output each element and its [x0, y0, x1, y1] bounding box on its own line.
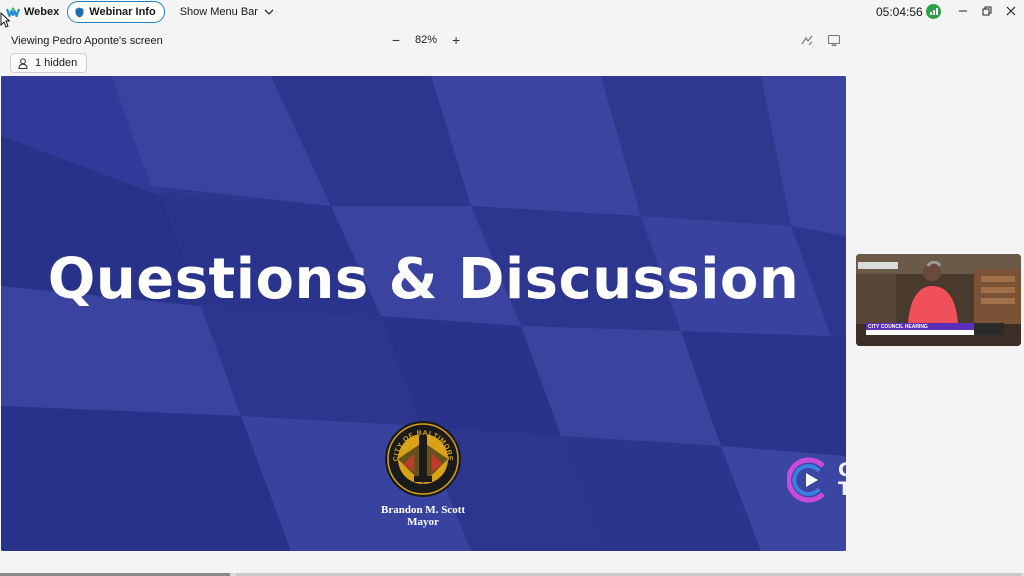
- city-of-baltimore-seal: CITY OF BALTIMORE: [385, 421, 461, 497]
- pop-out-icon[interactable]: [827, 33, 841, 47]
- hidden-count-label: 1 hidden: [35, 57, 78, 69]
- restore-icon[interactable]: [979, 3, 995, 19]
- mayor-credit: Brandon M. Scott Mayor: [353, 504, 493, 528]
- minimize-icon[interactable]: [955, 3, 971, 19]
- show-menu-bar-button[interactable]: Show Menu Bar: [180, 6, 274, 18]
- webex-meeting-window: Webex Webinar Info Show Menu Bar 05:04:5…: [0, 0, 1024, 576]
- app-name: Webex: [24, 6, 60, 18]
- video-caption: CITY COUNCIL HEARING: [868, 324, 928, 330]
- shared-screen[interactable]: Questions & Discussion CITY OF BALTIMORE…: [1, 76, 846, 551]
- shield-icon: [75, 7, 84, 17]
- mouse-cursor-icon: [0, 12, 10, 28]
- charm-tv-logo-icon: [787, 457, 825, 503]
- hidden-participants-button[interactable]: 1 hidden: [10, 53, 88, 73]
- webinar-info-label: Webinar Info: [89, 6, 156, 18]
- title-bar: Webex Webinar Info Show Menu Bar 05:04:5…: [0, 0, 1024, 24]
- charm-tv-wordmark: CHARM TV: [838, 461, 846, 499]
- zoom-level: 82%: [415, 34, 438, 46]
- webex-brand: Webex: [6, 6, 59, 18]
- show-menu-bar-label: Show Menu Bar: [179, 6, 258, 18]
- viewing-screen-label: Viewing Pedro Aponte's screen: [11, 35, 163, 47]
- meeting-clock: 05:04:56: [876, 5, 923, 19]
- person-icon: [18, 57, 28, 69]
- zoom-in-button[interactable]: +: [449, 32, 463, 48]
- zoom-out-button[interactable]: −: [389, 32, 403, 48]
- mayor-name: Brandon M. Scott: [380, 504, 466, 516]
- zoom-control: − 82% +: [389, 32, 463, 48]
- slide-title: Questions & Discussion: [47, 247, 800, 312]
- participant-video-thumbnail[interactable]: CITY COUNCIL HEARING: [856, 254, 1021, 346]
- mayor-title: Mayor: [407, 516, 439, 528]
- chevron-down-icon: [264, 9, 274, 15]
- signal-strength-icon[interactable]: [926, 4, 941, 19]
- annotate-icon[interactable]: [800, 33, 814, 47]
- close-icon[interactable]: [1003, 3, 1019, 19]
- tv-text: TV: [838, 478, 846, 500]
- webinar-info-button[interactable]: Webinar Info: [67, 1, 165, 23]
- council-chamber-video: [856, 254, 1021, 346]
